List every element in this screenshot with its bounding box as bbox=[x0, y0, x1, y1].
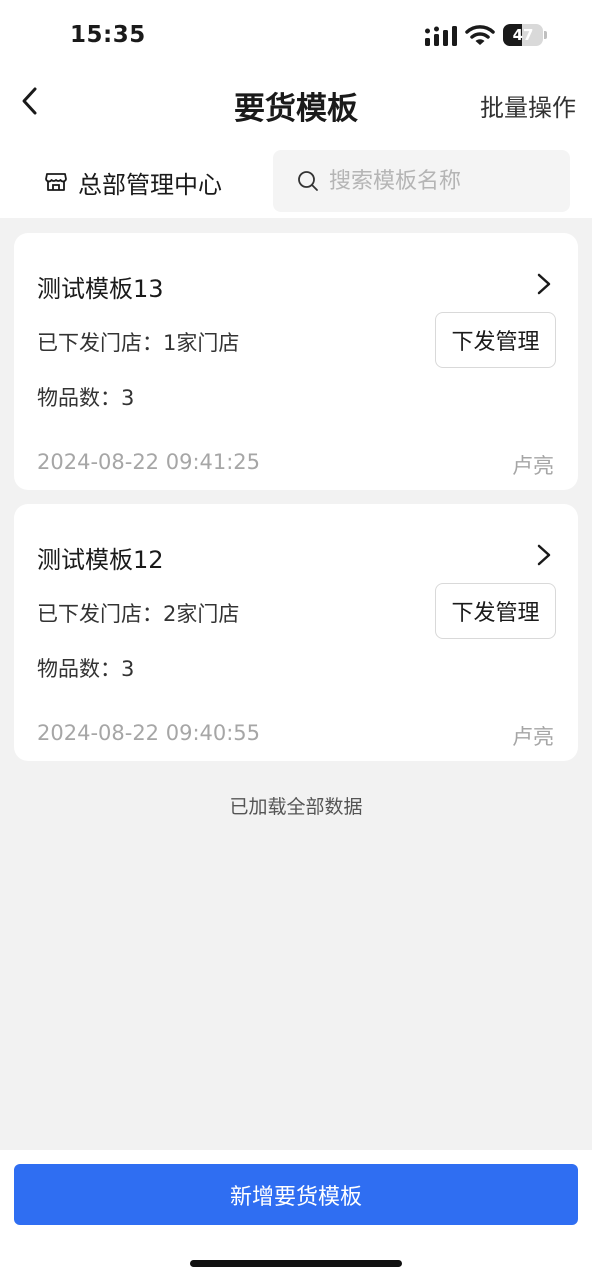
template-date: 2024-08-22 09:41:25 bbox=[37, 450, 261, 474]
chevron-right-icon[interactable] bbox=[534, 271, 554, 297]
item-count: 物品数：3 bbox=[37, 386, 135, 410]
battery-percentage: 47 bbox=[512, 26, 534, 44]
batch-operation-button[interactable]: 批量操作 bbox=[480, 88, 576, 123]
battery-indicator: 47 bbox=[503, 24, 547, 46]
search-box[interactable] bbox=[273, 150, 570, 212]
cellular-signal-icon bbox=[425, 26, 457, 46]
template-owner: 卢亮 bbox=[512, 454, 554, 478]
search-icon bbox=[298, 171, 318, 191]
store-icon bbox=[45, 173, 67, 191]
template-card[interactable]: 测试模板13 已下发门店：1家门店 下发管理 物品数：3 2024-08-22 … bbox=[14, 233, 578, 490]
chevron-right-icon[interactable] bbox=[534, 542, 554, 568]
dispatch-manage-button[interactable]: 下发管理 bbox=[435, 312, 556, 368]
list-end-message: 已加载全部数据 bbox=[229, 796, 363, 818]
header-area: 15:35 47 要货模板 批量操作 总部管理中心 bbox=[0, 0, 592, 218]
dispatched-stores: 已下发门店：1家门店 bbox=[37, 331, 240, 355]
dispatch-manage-button[interactable]: 下发管理 bbox=[435, 583, 556, 639]
search-input[interactable] bbox=[329, 168, 549, 194]
status-time: 15:35 bbox=[70, 22, 146, 48]
item-count: 物品数：3 bbox=[37, 657, 135, 681]
template-owner: 卢亮 bbox=[512, 725, 554, 749]
home-indicator bbox=[190, 1260, 402, 1267]
add-template-button[interactable]: 新增要货模板 bbox=[14, 1164, 578, 1225]
template-date: 2024-08-22 09:40:55 bbox=[37, 721, 261, 745]
store-selector[interactable]: 总部管理中心 bbox=[44, 162, 222, 202]
wifi-icon bbox=[465, 25, 495, 45]
template-title: 测试模板12 bbox=[37, 546, 164, 574]
bottom-action-bar: 新增要货模板 bbox=[0, 1150, 592, 1280]
template-card[interactable]: 测试模板12 已下发门店：2家门店 下发管理 物品数：3 2024-08-22 … bbox=[14, 504, 578, 761]
dispatched-stores: 已下发门店：2家门店 bbox=[37, 602, 240, 626]
template-title: 测试模板13 bbox=[37, 275, 164, 303]
store-name: 总部管理中心 bbox=[78, 170, 222, 199]
